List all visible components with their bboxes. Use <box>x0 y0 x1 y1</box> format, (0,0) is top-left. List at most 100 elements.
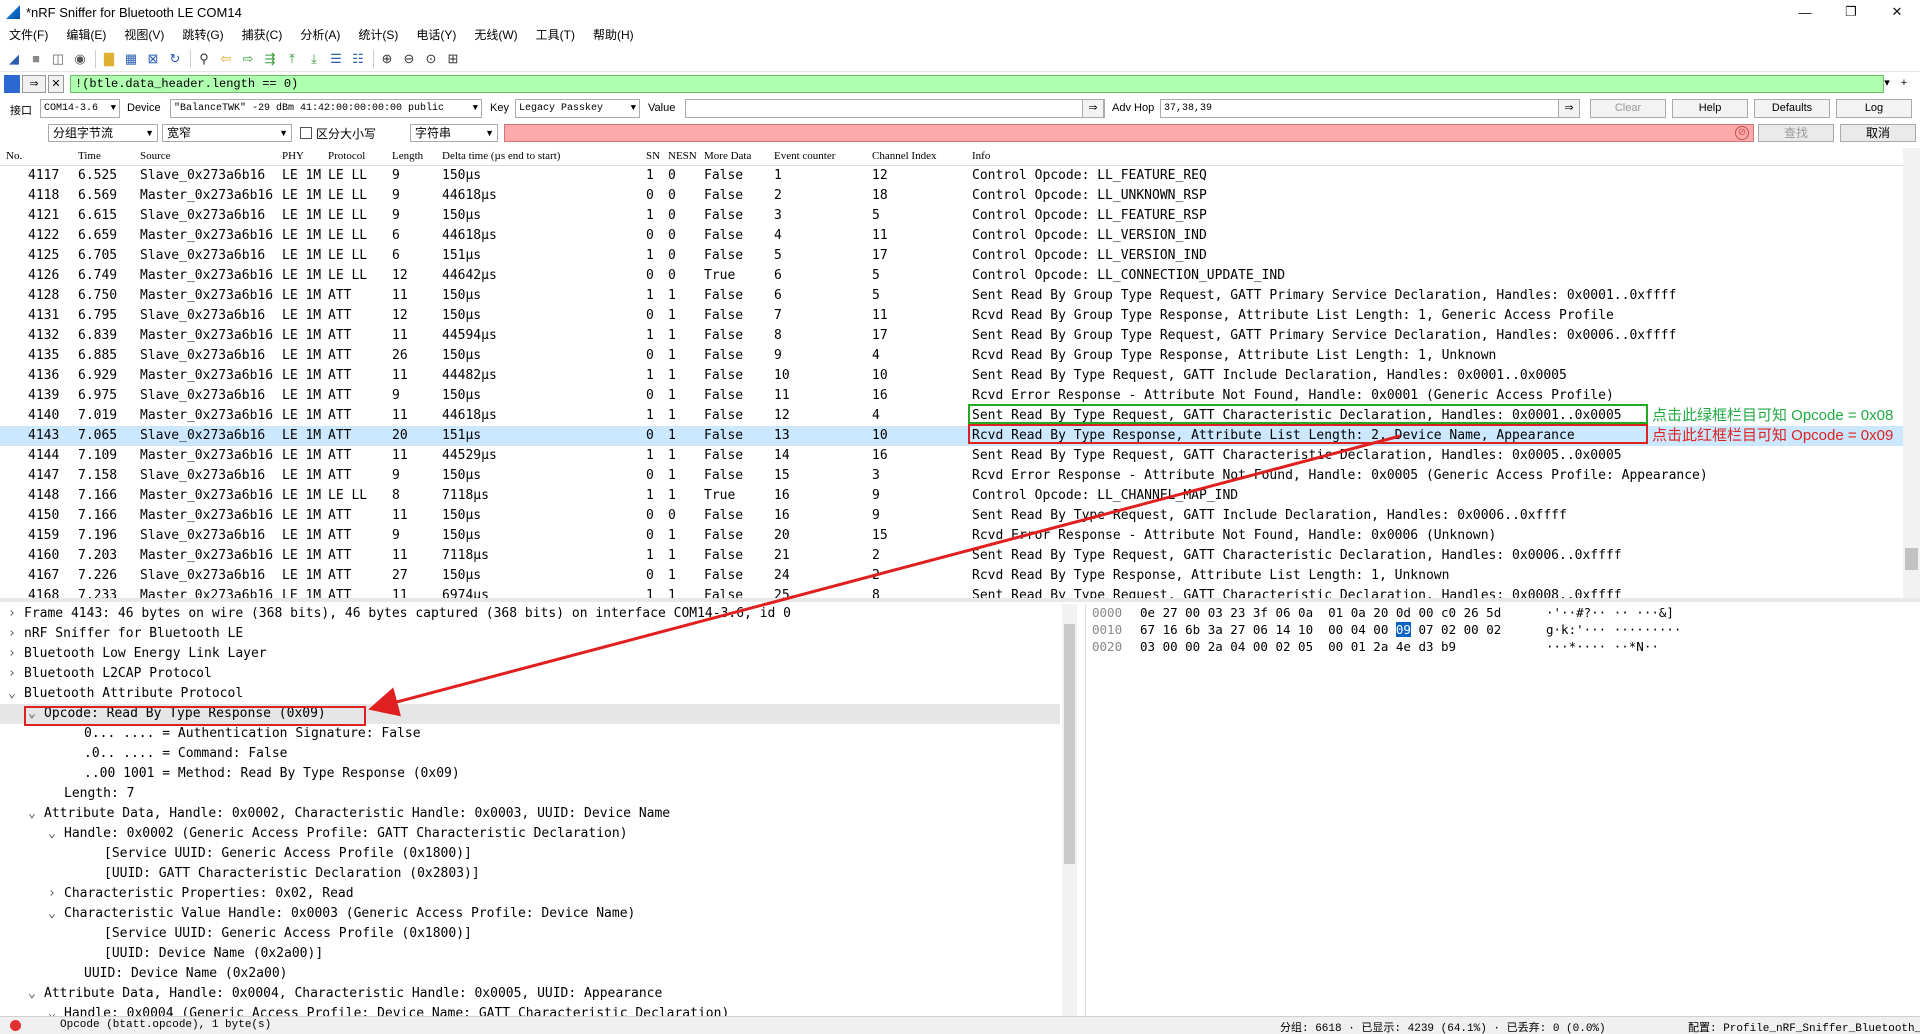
chevron-down-icon[interactable]: ⌄ <box>28 984 44 1004</box>
packet-row[interactable]: 4167 7.226 Slave_0x273a6b16 LE 1M ATT 27 150µs… <box>0 566 1920 586</box>
hex-row[interactable]: 0000 0e 27 00 03 23 3f 06 0a 01 0a 20 0d … <box>1086 604 1920 621</box>
search-type-select[interactable]: 字符串 ▼ <box>410 124 498 142</box>
hex-row[interactable]: 0010 67 16 6b 3a 27 06 14 10 00 04 00 09 … <box>1086 621 1920 638</box>
close-file-icon[interactable]: ⊠ <box>143 49 163 69</box>
packet-row[interactable]: 4160 7.203 Master_0x273a6b16 LE 1M ATT 11 7118… <box>0 546 1920 566</box>
column-header[interactable]: Source <box>140 150 171 162</box>
menu-item[interactable]: 无线(W) <box>465 24 526 46</box>
clear-search-icon[interactable]: ⊘ <box>1735 126 1749 140</box>
packet-list-scrollbar[interactable] <box>1903 148 1920 598</box>
chevron-down-icon[interactable]: ⌄ <box>48 904 64 924</box>
go-forward-icon[interactable]: ⇨ <box>238 49 258 69</box>
column-header[interactable]: NESN <box>668 150 697 162</box>
menu-item[interactable]: 捕获(C) <box>233 24 292 46</box>
go-to-packet-icon[interactable]: ⇶ <box>260 49 280 69</box>
autoscroll-icon[interactable]: ☰ <box>326 49 346 69</box>
interface-select[interactable]: COM14-3.6 ▼ <box>40 99 120 118</box>
log-button[interactable]: Log <box>1836 99 1912 118</box>
packet-row[interactable]: 4121 6.615 Slave_0x273a6b16 LE 1M LE LL 9 150µ… <box>0 206 1920 226</box>
tree-item[interactable]: ⌄ Characteristic Value Handle: 0x0003 (Ge… <box>0 904 1060 924</box>
key-select[interactable]: Legacy Passkey ▼ <box>515 99 640 118</box>
menu-item[interactable]: 工具(T) <box>527 24 584 46</box>
tree-item[interactable]: .0.. .... = Command: False <box>0 744 1060 764</box>
packet-row[interactable]: 4132 6.839 Master_0x273a6b16 LE 1M ATT 11 4459… <box>0 326 1920 346</box>
packet-row[interactable]: 4139 6.975 Slave_0x273a6b16 LE 1M ATT 9 150µs 0… <box>0 386 1920 406</box>
column-header[interactable]: Info <box>972 150 990 162</box>
packet-row[interactable]: 4117 6.525 Slave_0x273a6b16 LE 1M LE LL 9 150µ… <box>0 166 1920 186</box>
add-filter-button-icon[interactable]: + <box>1896 75 1912 93</box>
details-scrollbar[interactable] <box>1062 604 1077 1016</box>
open-file-icon[interactable]: ▇ <box>99 49 119 69</box>
restart-capture-icon[interactable]: ◫ <box>48 49 68 69</box>
chevron-right-icon[interactable]: › <box>8 664 24 684</box>
packet-row[interactable]: 4131 6.795 Slave_0x273a6b16 LE 1M ATT 12 150µs… <box>0 306 1920 326</box>
tree-item[interactable]: ⌄ Handle: 0x0004 (Generic Access Profile:… <box>0 1004 1060 1016</box>
apply-adv-hop-icon[interactable]: ⇒ <box>1558 99 1580 118</box>
resize-columns-icon[interactable]: ⊞ <box>443 49 463 69</box>
bookmark-icon[interactable] <box>4 75 20 93</box>
close-button[interactable]: ✕ <box>1874 0 1920 24</box>
reload-file-icon[interactable]: ↻ <box>165 49 185 69</box>
packet-row[interactable]: 4150 7.166 Master_0x273a6b16 LE 1M ATT 11 150µ… <box>0 506 1920 526</box>
chevron-down-icon[interactable]: ⌄ <box>48 824 64 844</box>
packet-row[interactable]: 4144 7.109 Master_0x273a6b16 LE 1M ATT 11 4452… <box>0 446 1920 466</box>
chevron-right-icon[interactable]: › <box>8 644 24 664</box>
scrollbar-thumb[interactable] <box>1064 624 1075 864</box>
scrollbar-thumb[interactable] <box>1905 548 1918 570</box>
zoom-normal-icon[interactable]: ⊙ <box>421 49 441 69</box>
cancel-button[interactable]: 取消 <box>1840 124 1916 142</box>
chevron-right-icon[interactable]: › <box>48 884 64 904</box>
tree-item[interactable]: [UUID: GATT Characteristic Declaration (… <box>0 864 1060 884</box>
zoom-in-icon[interactable]: ⊕ <box>377 49 397 69</box>
chevron-down-icon[interactable]: ⌄ <box>8 684 24 704</box>
clear-filter-icon[interactable]: ✕ <box>48 75 64 93</box>
apply-value-icon[interactable]: ⇒ <box>1082 99 1104 118</box>
tree-item[interactable]: › nRF Sniffer for Bluetooth LE <box>0 624 1060 644</box>
pane-splitter[interactable] <box>0 598 1920 602</box>
column-header[interactable]: More Data <box>704 150 751 162</box>
menu-item[interactable]: 文件(F) <box>0 24 57 46</box>
packet-row[interactable]: 4148 7.166 Master_0x273a6b16 LE 1M LE LL 8 711… <box>0 486 1920 506</box>
filter-dropdown-icon[interactable]: ▾ <box>1880 75 1894 93</box>
case-sensitive-checkbox[interactable] <box>300 127 312 139</box>
tree-item[interactable]: [UUID: Device Name (0x2a00)] <box>0 944 1060 964</box>
hex-row[interactable]: 0020 03 00 00 2a 04 00 02 05 00 01 2a 4e … <box>1086 638 1920 655</box>
go-back-icon[interactable]: ⇦ <box>216 49 236 69</box>
column-header[interactable]: Event counter <box>774 150 835 162</box>
packet-row[interactable]: 4147 7.158 Slave_0x273a6b16 LE 1M ATT 9 150µs 0… <box>0 466 1920 486</box>
search-input[interactable] <box>504 124 1754 142</box>
help-button[interactable]: Help <box>1672 99 1748 118</box>
tree-item[interactable]: › Frame 4143: 46 bytes on wire (368 bits)… <box>0 604 1060 624</box>
packet-row[interactable]: 4122 6.659 Master_0x273a6b16 LE 1M LE LL 6 446… <box>0 226 1920 246</box>
menu-item[interactable]: 帮助(H) <box>584 24 643 46</box>
tree-item[interactable]: UUID: Device Name (0x2a00) <box>0 964 1060 984</box>
packet-row[interactable]: 4126 6.749 Master_0x273a6b16 LE 1M LE LL 12 44… <box>0 266 1920 286</box>
column-header[interactable]: Channel Index <box>872 150 936 162</box>
menu-item[interactable]: 电话(Y) <box>407 24 465 46</box>
maximize-button[interactable]: ❐ <box>1828 0 1874 24</box>
tree-item[interactable]: [Service UUID: Generic Access Profile (0… <box>0 844 1060 864</box>
char-width-select[interactable]: 宽窄 ▼ <box>162 124 292 142</box>
menu-item[interactable]: 视图(V) <box>115 24 173 46</box>
colorize-icon[interactable]: ☷ <box>348 49 368 69</box>
go-last-icon[interactable]: ⤓ <box>304 49 324 69</box>
find-button[interactable]: 查找 <box>1758 124 1834 142</box>
column-header[interactable]: PHY <box>282 150 304 162</box>
tree-item[interactable]: [Service UUID: Generic Access Profile (0… <box>0 924 1060 944</box>
tree-item[interactable]: 0... .... = Authentication Signature: Fa… <box>0 724 1060 744</box>
tree-item[interactable]: › Characteristic Properties: 0x02, Read <box>0 884 1060 904</box>
display-filter-input[interactable]: !(btle.data_header.length == 0) <box>70 75 1884 93</box>
tree-item[interactable]: ⌄ Handle: 0x0002 (Generic Access Profile:… <box>0 824 1060 844</box>
tree-item[interactable]: ⌄ Attribute Data, Handle: 0x0002, Charact… <box>0 804 1060 824</box>
tree-item[interactable]: › Bluetooth Low Energy Link Layer <box>0 644 1060 664</box>
adv-hop-input[interactable]: 37,38,39 <box>1160 99 1580 118</box>
packet-row[interactable]: 4125 6.705 Slave_0x273a6b16 LE 1M LE LL 6 151µ… <box>0 246 1920 266</box>
column-header[interactable]: Delta time (µs end to start) <box>442 150 560 162</box>
go-first-icon[interactable]: ⤒ <box>282 49 302 69</box>
menu-item[interactable]: 分析(A) <box>291 24 349 46</box>
tree-item[interactable]: ⌄ Attribute Data, Handle: 0x0004, Charact… <box>0 984 1060 1004</box>
packet-row[interactable]: 4128 6.750 Master_0x273a6b16 LE 1M ATT 11 150µ… <box>0 286 1920 306</box>
find-packet-icon[interactable]: ⚲ <box>194 49 214 69</box>
menu-item[interactable]: 统计(S) <box>349 24 407 46</box>
column-header[interactable]: SN <box>646 150 660 162</box>
